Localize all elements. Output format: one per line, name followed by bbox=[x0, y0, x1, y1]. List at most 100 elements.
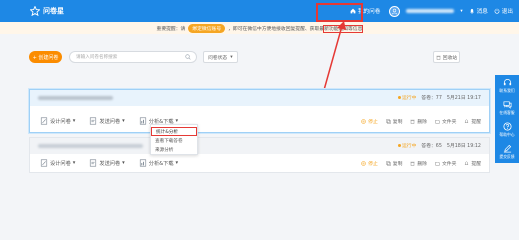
delete-label: 删除 bbox=[417, 161, 427, 167]
survey-title-blurred[interactable] bbox=[38, 144, 143, 148]
sidebar-item-help[interactable]: 帮助中心 bbox=[495, 119, 519, 141]
copy-label: 复制 bbox=[392, 119, 403, 125]
survey-date: 5月21日 19:17 bbox=[446, 96, 481, 101]
pencil-icon bbox=[503, 144, 511, 153]
recycle-bin-label: 回收站 bbox=[442, 55, 458, 61]
notice-bar: 重要提醒：请 绑定微信账号 ，即可在微信中方便地接收回复提醒、获取最新功能通知等… bbox=[0, 22, 519, 34]
chat-icon bbox=[503, 101, 511, 109]
top-nav-bar: 问卷星 我的问卷 ▾ 消息 退出 bbox=[0, 0, 519, 22]
chevron-down-icon: ▾ bbox=[122, 160, 125, 166]
status-dot-icon bbox=[397, 144, 401, 147]
recycle-bin-button[interactable]: 回收站 bbox=[433, 51, 460, 63]
search-icon[interactable] bbox=[185, 54, 191, 60]
caret-down-icon[interactable]: ▾ bbox=[460, 9, 462, 14]
survey-status-text: 运行中 bbox=[401, 144, 417, 149]
send-icon bbox=[90, 159, 97, 167]
user-icon bbox=[392, 8, 398, 14]
menu-item-view-download[interactable]: 查看下载答卷 bbox=[151, 136, 197, 145]
send-survey-label: 发送问卷 bbox=[99, 118, 121, 125]
survey-card: 运行中 答卷：77 5月21日 19:17 设计问卷 ▾ 发送问卷 ▾ 分析&下… bbox=[29, 89, 490, 133]
delete-button[interactable]: 删除 bbox=[410, 118, 427, 125]
create-survey-button[interactable]: + 创建问卷 bbox=[29, 51, 62, 63]
survey-right-actions: 停止 复制 删除 文件夹 提醒 bbox=[361, 160, 481, 167]
sidebar-item-contact[interactable]: 联系我们 bbox=[495, 75, 519, 97]
survey-right-actions: 停止 复制 删除 文件夹 提醒 bbox=[361, 118, 481, 125]
delete-button[interactable]: 删除 bbox=[410, 160, 427, 167]
pause-icon bbox=[361, 160, 366, 166]
chevron-down-icon: ▾ bbox=[72, 160, 76, 166]
bind-wechat-button[interactable]: 绑定微信账号 bbox=[188, 23, 226, 33]
survey-title-blurred[interactable] bbox=[38, 96, 113, 100]
folder-button[interactable]: 文件夹 bbox=[435, 160, 456, 167]
status-dot-icon bbox=[397, 96, 401, 99]
survey-meta: 运行中 答卷：77 5月21日 19:17 bbox=[397, 94, 481, 101]
star-logo-icon bbox=[30, 6, 40, 16]
delete-label: 删除 bbox=[417, 119, 427, 125]
trash-icon bbox=[436, 55, 441, 60]
survey-card-header: 运行中 答卷：65 5月18日 19:12 bbox=[30, 138, 489, 154]
analyze-download-label: 分析&下载 bbox=[148, 160, 174, 167]
sidebar-item-label: 在线客服 bbox=[499, 110, 515, 115]
bell-icon bbox=[465, 119, 469, 123]
logo-text: 问卷星 bbox=[43, 7, 64, 15]
messages-label: 消息 bbox=[476, 9, 488, 15]
survey-meta: 运行中 答卷：65 5月18日 19:12 bbox=[397, 142, 481, 149]
stop-button[interactable]: 停止 bbox=[361, 160, 378, 167]
send-survey-button[interactable]: 发送问卷 ▾ bbox=[89, 117, 125, 125]
folder-icon bbox=[435, 119, 440, 123]
search-input[interactable]: 请输入问卷名称搜索 bbox=[69, 51, 197, 63]
sidebar-item-label: 帮助中心 bbox=[499, 132, 515, 137]
chart-icon bbox=[139, 159, 146, 167]
chevron-down-icon: ▾ bbox=[72, 118, 76, 124]
floating-sidebar: 联系我们 在线客服 帮助中心 提交反馈 bbox=[495, 75, 519, 163]
menu-item-source-analysis[interactable]: 来源分析 bbox=[151, 145, 197, 154]
logout-label: 退出 bbox=[501, 9, 513, 15]
remind-label: 提醒 bbox=[471, 119, 481, 125]
stop-button[interactable]: 停止 bbox=[361, 118, 378, 125]
stop-label: 停止 bbox=[368, 119, 378, 125]
chevron-down-icon: ▾ bbox=[175, 160, 179, 166]
chevron-down-icon: ▾ bbox=[122, 118, 125, 124]
headset-icon bbox=[503, 79, 511, 86]
logout-link[interactable]: 退出 bbox=[494, 7, 513, 15]
trash-icon bbox=[410, 119, 415, 124]
sidebar-item-online-service[interactable]: 在线客服 bbox=[495, 97, 519, 119]
design-survey-button[interactable]: 设计问卷 ▾ bbox=[40, 159, 75, 167]
folder-icon bbox=[435, 161, 440, 165]
send-survey-button[interactable]: 发送问卷 ▾ bbox=[89, 159, 125, 167]
remind-button[interactable]: 提醒 bbox=[464, 118, 481, 125]
sidebar-item-feedback[interactable]: 提交反馈 bbox=[495, 141, 519, 163]
bell-icon bbox=[465, 161, 469, 165]
trash-icon bbox=[410, 161, 415, 166]
copy-button[interactable]: 复制 bbox=[386, 118, 403, 125]
analyze-download-button[interactable]: 分析&下载 ▾ bbox=[139, 159, 178, 167]
logo[interactable]: 问卷星 bbox=[30, 5, 64, 17]
notice-prefix: 重要提醒：请 bbox=[156, 26, 186, 32]
chart-icon bbox=[139, 117, 146, 125]
folder-label: 文件夹 bbox=[441, 161, 457, 167]
sidebar-item-label: 提交反馈 bbox=[499, 154, 515, 159]
design-survey-button[interactable]: 设计问卷 ▾ bbox=[40, 117, 75, 125]
survey-date: 5月18日 19:12 bbox=[446, 144, 481, 149]
avatar[interactable] bbox=[389, 5, 401, 17]
remind-button[interactable]: 提醒 bbox=[464, 160, 481, 167]
copy-button[interactable]: 复制 bbox=[386, 160, 402, 167]
survey-toolbar: + 创建问卷 请输入问卷名称搜索 问卷状态 ▾ 回收站 bbox=[29, 51, 489, 65]
status-filter-select[interactable]: 问卷状态 ▾ bbox=[203, 51, 238, 63]
analyze-download-menu: 统计&分析 查看下载答卷 来源分析 bbox=[150, 124, 198, 155]
bell-icon bbox=[469, 8, 474, 14]
survey-card-actions: 设计问卷 ▾ 发送问卷 ▾ 分析&下载 ▾ 停止 复制 删除 文件夹 提醒 bbox=[30, 154, 489, 172]
sidebar-item-label: 联系我们 bbox=[499, 88, 515, 93]
chevron-down-icon: ▾ bbox=[230, 54, 233, 60]
send-survey-label: 发送问卷 bbox=[99, 160, 121, 167]
survey-answers: 答卷：77 bbox=[421, 96, 442, 101]
stop-label: 停止 bbox=[368, 161, 378, 167]
send-icon bbox=[90, 117, 97, 125]
folder-button[interactable]: 文件夹 bbox=[435, 118, 456, 125]
messages-link[interactable]: 消息 bbox=[469, 7, 488, 15]
folder-label: 文件夹 bbox=[441, 119, 457, 125]
top-nav: 我的问卷 ▾ 消息 退出 bbox=[347, 0, 513, 22]
username-blurred bbox=[406, 9, 455, 13]
survey-answers: 答卷：65 bbox=[421, 144, 442, 149]
menu-item-statistics[interactable]: 统计&分析 bbox=[151, 127, 197, 136]
